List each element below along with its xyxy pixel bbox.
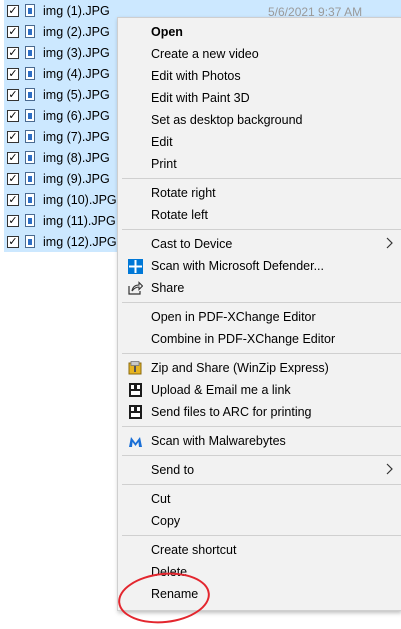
file-name: img (6).JPG	[43, 108, 110, 123]
menu-item-cast-to-device[interactable]: Cast to Device	[118, 233, 401, 255]
shield-icon	[127, 258, 143, 274]
menu-item-label: Copy	[151, 514, 181, 528]
menu-separator	[122, 353, 401, 354]
menu-item-label: Edit	[151, 135, 173, 149]
menu-separator	[122, 426, 401, 427]
share-icon	[127, 280, 143, 296]
checkbox[interactable]: ✓	[7, 172, 19, 185]
menu-item-share[interactable]: Share	[118, 277, 401, 299]
menu-item-label: Set as desktop background	[151, 113, 303, 127]
menu-item-upload-email[interactable]: Upload & Email me a link	[118, 379, 401, 401]
image-file-icon	[25, 151, 35, 164]
image-file-icon	[25, 235, 35, 248]
menu-item-label: Send to	[151, 463, 195, 477]
checkbox[interactable]: ✓	[7, 235, 19, 248]
menu-item-label: Scan with Microsoft Defender...	[151, 259, 324, 273]
menu-item-malwarebytes[interactable]: Scan with Malwarebytes	[118, 430, 401, 452]
arc-icon	[127, 404, 143, 420]
menu-item-label: Upload & Email me a link	[151, 383, 291, 397]
checkbox[interactable]: ✓	[7, 130, 19, 143]
image-file-icon	[25, 88, 35, 101]
menu-item-set-background[interactable]: Set as desktop background	[118, 109, 401, 131]
image-file-icon	[25, 172, 35, 185]
file-name: img (12).JPG	[43, 234, 117, 249]
arc-icon	[127, 382, 143, 398]
image-file-icon	[25, 67, 35, 80]
menu-item-label: Send files to ARC for printing	[151, 405, 312, 419]
image-file-icon	[25, 4, 35, 17]
menu-separator	[122, 455, 401, 456]
menu-item-label: Edit with Photos	[151, 69, 241, 83]
checkbox[interactable]: ✓	[7, 46, 19, 59]
menu-separator	[122, 178, 401, 179]
menu-item-edit-paint3d[interactable]: Edit with Paint 3D	[118, 87, 401, 109]
menu-item-label: Edit with Paint 3D	[151, 91, 250, 105]
file-name: img (9).JPG	[43, 171, 110, 186]
menu-item-scan-defender[interactable]: Scan with Microsoft Defender...	[118, 255, 401, 277]
winzip-icon	[127, 360, 143, 376]
checkbox[interactable]: ✓	[7, 109, 19, 122]
menu-item-create-video[interactable]: Create a new video	[118, 43, 401, 65]
file-name: img (7).JPG	[43, 129, 110, 144]
checkbox[interactable]: ✓	[7, 25, 19, 38]
menu-item-label: Combine in PDF-XChange Editor	[151, 332, 336, 346]
menu-separator	[122, 535, 401, 536]
menu-item-send-arc[interactable]: Send files to ARC for printing	[118, 401, 401, 423]
menu-item-label: Share	[151, 281, 185, 295]
image-file-icon	[25, 130, 35, 143]
menu-item-copy[interactable]: Copy	[118, 510, 401, 532]
menu-separator	[122, 302, 401, 303]
menu-item-label: Create shortcut	[151, 543, 237, 557]
image-file-icon	[25, 193, 35, 206]
checkbox[interactable]: ✓	[7, 151, 19, 164]
menu-item-rotate-left[interactable]: Rotate left	[118, 204, 401, 226]
menu-item-create-shortcut[interactable]: Create shortcut	[118, 539, 401, 561]
menu-item-label: Rotate left	[151, 208, 208, 222]
menu-item-label: Cut	[151, 492, 171, 506]
menu-item-edit-photos[interactable]: Edit with Photos	[118, 65, 401, 87]
malwarebytes-icon	[127, 433, 143, 449]
context-menu: Open Create a new video Edit with Photos…	[117, 17, 401, 611]
menu-separator	[122, 484, 401, 485]
menu-item-label: Print	[151, 157, 177, 171]
menu-item-label: Zip and Share (WinZip Express)	[151, 361, 329, 375]
menu-item-send-to[interactable]: Send to	[118, 459, 401, 481]
menu-item-open[interactable]: Open	[118, 21, 401, 43]
file-name: img (3).JPG	[43, 45, 110, 60]
menu-item-label: Open in PDF-XChange Editor	[151, 310, 316, 324]
checkbox[interactable]: ✓	[7, 88, 19, 101]
menu-separator	[122, 229, 401, 230]
menu-item-print[interactable]: Print	[118, 153, 401, 175]
image-file-icon	[25, 214, 35, 227]
menu-item-label: Rotate right	[151, 186, 216, 200]
chevron-right-icon	[386, 237, 394, 252]
menu-item-winzip[interactable]: Zip and Share (WinZip Express)	[118, 357, 401, 379]
menu-item-rotate-right[interactable]: Rotate right	[118, 182, 401, 204]
image-file-icon	[25, 25, 35, 38]
checkbox[interactable]: ✓	[7, 193, 19, 206]
menu-item-open-pdfx[interactable]: Open in PDF-XChange Editor	[118, 306, 401, 328]
image-file-icon	[25, 109, 35, 122]
checkbox[interactable]: ✓	[7, 214, 19, 227]
menu-item-combine-pdfx[interactable]: Combine in PDF-XChange Editor	[118, 328, 401, 350]
menu-item-label: Open	[151, 25, 183, 39]
file-name: img (1).JPG	[43, 3, 110, 18]
image-file-icon	[25, 46, 35, 59]
file-name: img (5).JPG	[43, 87, 110, 102]
menu-item-label: Cast to Device	[151, 237, 233, 251]
file-name: img (4).JPG	[43, 66, 110, 81]
menu-item-edit[interactable]: Edit	[118, 131, 401, 153]
file-name: img (11).JPG	[43, 213, 116, 228]
file-name: img (10).JPG	[43, 192, 117, 207]
menu-item-label: Create a new video	[151, 47, 259, 61]
chevron-right-icon	[386, 463, 394, 478]
checkbox[interactable]: ✓	[7, 4, 19, 17]
menu-item-cut[interactable]: Cut	[118, 488, 401, 510]
file-name: img (2).JPG	[43, 24, 110, 39]
file-name: img (8).JPG	[43, 150, 110, 165]
checkbox[interactable]: ✓	[7, 67, 19, 80]
menu-item-label: Scan with Malwarebytes	[151, 434, 286, 448]
